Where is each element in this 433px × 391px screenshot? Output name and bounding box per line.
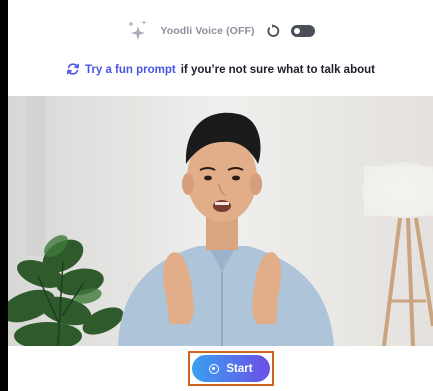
voice-bar: Yoodli Voice (OFF): [8, 18, 433, 44]
sparkle-icon: [126, 19, 150, 43]
fun-prompt-link[interactable]: Try a fun prompt: [85, 64, 176, 76]
fun-prompt-row: Try a fun prompt if you’re not sure what…: [8, 60, 433, 80]
record-icon: [209, 363, 220, 374]
reset-icon[interactable]: [265, 23, 281, 39]
camera-preview: [8, 96, 433, 346]
practice-panel: Yoodli Voice (OFF) Try a fun prompt if y…: [8, 0, 433, 391]
toggle-knob: [293, 28, 300, 34]
start-button-focus-ring: Start: [188, 351, 274, 386]
start-button[interactable]: Start: [192, 355, 270, 382]
camera-preview-image: [8, 96, 433, 346]
voice-toggle[interactable]: [290, 25, 315, 37]
start-button-label: Start: [226, 362, 253, 375]
voice-status-label: Yoodli Voice (OFF): [160, 25, 255, 37]
fun-prompt-hint: if you’re not sure what to talk about: [180, 64, 375, 76]
refresh-icon[interactable]: [66, 62, 80, 79]
